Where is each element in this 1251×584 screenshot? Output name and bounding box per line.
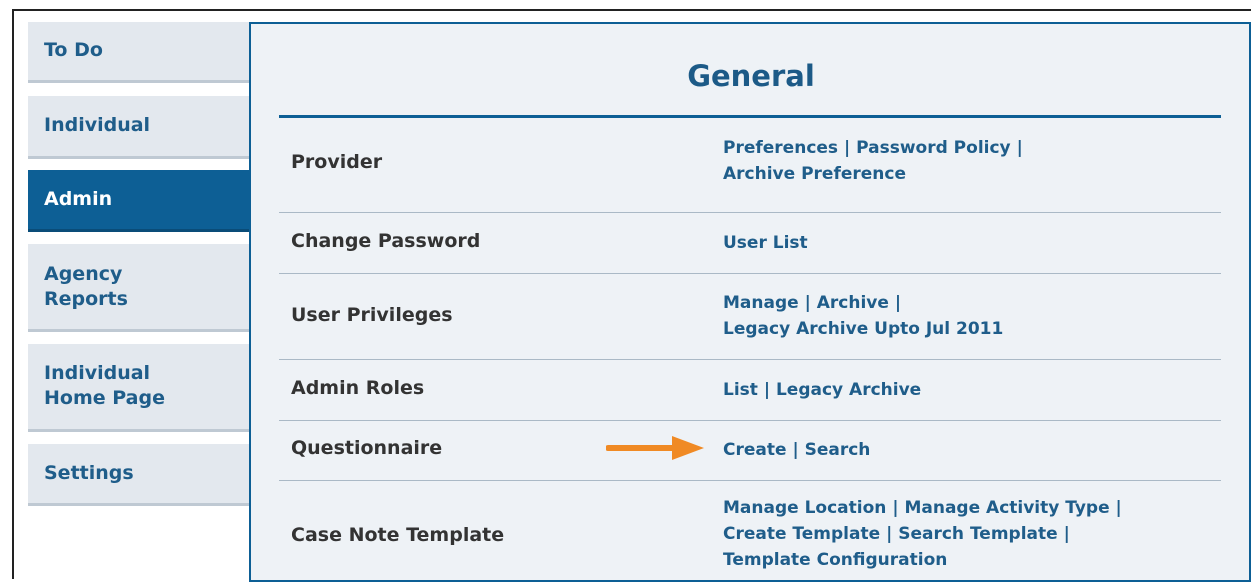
- sidebar-item-admin[interactable]: Admin: [28, 170, 249, 232]
- sidebar-item-to-do[interactable]: To Do: [28, 22, 249, 83]
- sidebar-item-label-line2: Reports: [44, 288, 128, 310]
- table-row: Case Note Template Manage Location | Man…: [279, 481, 1221, 584]
- link-preferences[interactable]: Preferences: [723, 138, 838, 158]
- link-manage-activity-type[interactable]: Manage Activity Type: [904, 498, 1109, 518]
- sidebar-item-label: To Do: [44, 39, 103, 61]
- row-links-questionnaire: Create | Search: [723, 440, 871, 460]
- row-links-admin-roles: List | Legacy Archive: [723, 380, 922, 400]
- page-title: General: [687, 59, 815, 93]
- sidebar-item-label: Individual: [44, 114, 151, 136]
- link-user-list[interactable]: User List: [723, 233, 808, 253]
- sidebar-item-individual-home-page[interactable]: Individual Home Page: [28, 344, 249, 432]
- sidebar-item-settings[interactable]: Settings: [28, 444, 249, 506]
- row-label-case-note-template: Case Note Template: [291, 524, 505, 546]
- link-legacy-archive[interactable]: Legacy Archive: [776, 380, 921, 400]
- row-links-provider: Preferences | Password Policy | Archive …: [723, 138, 1023, 184]
- link-create-template[interactable]: Create Template: [723, 524, 880, 544]
- table-row: Questionnaire Create | Search: [279, 421, 1221, 481]
- row-label-user-privileges: User Privileges: [291, 304, 453, 326]
- sidebar-item-agency-reports[interactable]: Agency Reports: [28, 244, 249, 332]
- sidebar-item-label: Admin: [44, 188, 113, 210]
- row-links-user-privileges: Manage | Archive | Legacy Archive Upto J…: [723, 293, 1004, 339]
- link-legacy-archive-upto-jul-2011[interactable]: Legacy Archive Upto Jul 2011: [723, 319, 1003, 339]
- table-row: Provider Preferences | Password Policy |…: [279, 118, 1221, 213]
- row-links-change-password: User List: [723, 230, 808, 256]
- link-manage-location[interactable]: Manage Location: [723, 498, 886, 518]
- sidebar-item-label-line2: Home Page: [44, 387, 165, 409]
- link-manage[interactable]: Manage: [723, 293, 799, 313]
- sidebar-item-label: Agency: [44, 263, 123, 285]
- main-panel: General Provider Preferences | Password …: [249, 22, 1251, 582]
- row-label-change-password: Change Password: [291, 230, 481, 252]
- arrow-right-icon: [606, 436, 704, 460]
- table-row: Change Password User List: [279, 213, 1221, 274]
- row-links-case-note-template: Manage Location | Manage Activity Type |…: [723, 498, 1122, 570]
- link-create[interactable]: Create: [723, 440, 787, 460]
- link-search[interactable]: Search: [805, 440, 871, 460]
- link-archive-preference[interactable]: Archive Preference: [723, 164, 906, 184]
- sidebar-item-label: Individual: [44, 362, 151, 384]
- sidebar-item-individual[interactable]: Individual: [28, 96, 249, 159]
- link-list[interactable]: List: [723, 380, 758, 400]
- table-row: Admin Roles List | Legacy Archive: [279, 360, 1221, 421]
- table-row: User Privileges Manage | Archive | Legac…: [279, 274, 1221, 360]
- link-search-template[interactable]: Search Template: [898, 524, 1057, 544]
- link-template-configuration[interactable]: Template Configuration: [723, 550, 947, 570]
- row-label-provider: Provider: [291, 151, 383, 173]
- row-label-questionnaire: Questionnaire: [291, 437, 443, 459]
- sidebar-item-label: Settings: [44, 462, 134, 484]
- link-archive[interactable]: Archive: [817, 293, 889, 313]
- link-password-policy[interactable]: Password Policy: [856, 138, 1011, 158]
- row-label-admin-roles: Admin Roles: [291, 377, 425, 399]
